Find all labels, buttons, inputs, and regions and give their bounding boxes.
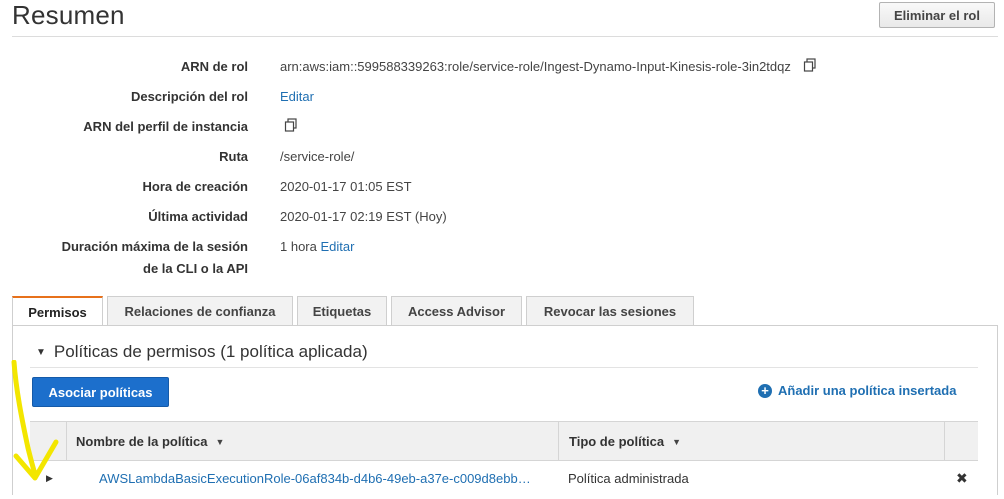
heading-divider: [30, 367, 978, 368]
policy-name-link[interactable]: AWSLambdaBasicExecutionRole-06af834b-d4b…: [99, 471, 549, 486]
creation-time-value: 2020-01-17 01:05 EST: [280, 179, 412, 194]
policy-type: Política administrada: [568, 471, 689, 486]
summary-label: Última actividad: [148, 209, 248, 224]
add-inline-policy-link[interactable]: + Añadir una política insertada: [758, 383, 956, 398]
caret-down-icon: ▼: [672, 436, 682, 447]
table-header: Nombre de la política ▼ Tipo de política…: [30, 421, 978, 461]
column-header-policy-type[interactable]: Tipo de política ▼: [569, 422, 681, 461]
copy-icon[interactable]: [803, 58, 817, 77]
plus-circle-icon: +: [758, 383, 772, 398]
caret-down-icon: ▼: [215, 436, 225, 447]
max-session-value: 1 hora: [280, 239, 317, 254]
remove-policy-icon[interactable]: ✖: [956, 470, 968, 487]
edit-max-session-link[interactable]: Editar: [321, 239, 355, 254]
column-header-policy-name[interactable]: Nombre de la política ▼: [76, 422, 224, 461]
summary-label: Duración máxima de la sesión: [61, 239, 248, 254]
tab-trust-relationships[interactable]: Relaciones de confianza: [107, 296, 293, 325]
add-inline-policy-label: Añadir una política insertada: [778, 383, 957, 398]
caret-down-icon: ▼: [36, 346, 46, 358]
summary-label: Ruta: [219, 149, 248, 164]
annotation-arrow-icon: [11, 360, 59, 481]
arn-value: arn:aws:iam::599588339263:role/service-r…: [280, 59, 791, 74]
summary-label: de la CLI o la API: [143, 261, 248, 276]
table-row: ▶ AWSLambdaBasicExecutionRole-06af834b-d…: [30, 461, 978, 499]
summary-label: Descripción del rol: [130, 89, 248, 104]
tab-permissions[interactable]: Permisos: [12, 296, 103, 326]
summary-label: ARN de rol: [180, 59, 248, 74]
copy-icon[interactable]: [284, 118, 298, 137]
summary-label: ARN del perfil de instancia: [83, 119, 248, 134]
page-title: Resumen: [12, 0, 125, 30]
title-divider: [12, 36, 998, 37]
summary-label: Hora de creación: [142, 179, 249, 194]
tab-access-advisor[interactable]: Access Advisor: [391, 296, 522, 325]
edit-description-link[interactable]: Editar: [280, 89, 314, 104]
delete-role-button[interactable]: Eliminar el rol: [879, 2, 995, 28]
last-activity-value: 2020-01-17 02:19 EST (Hoy): [280, 209, 447, 224]
policies-section-toggle[interactable]: ▼ Políticas de permisos (1 política apli…: [36, 342, 368, 362]
path-value: /service-role/: [280, 149, 355, 164]
policies-heading: Políticas de permisos (1 política aplica…: [53, 342, 368, 361]
tab-tags[interactable]: Etiquetas: [297, 296, 387, 325]
tab-revoke-sessions[interactable]: Revocar las sesiones: [526, 296, 694, 325]
